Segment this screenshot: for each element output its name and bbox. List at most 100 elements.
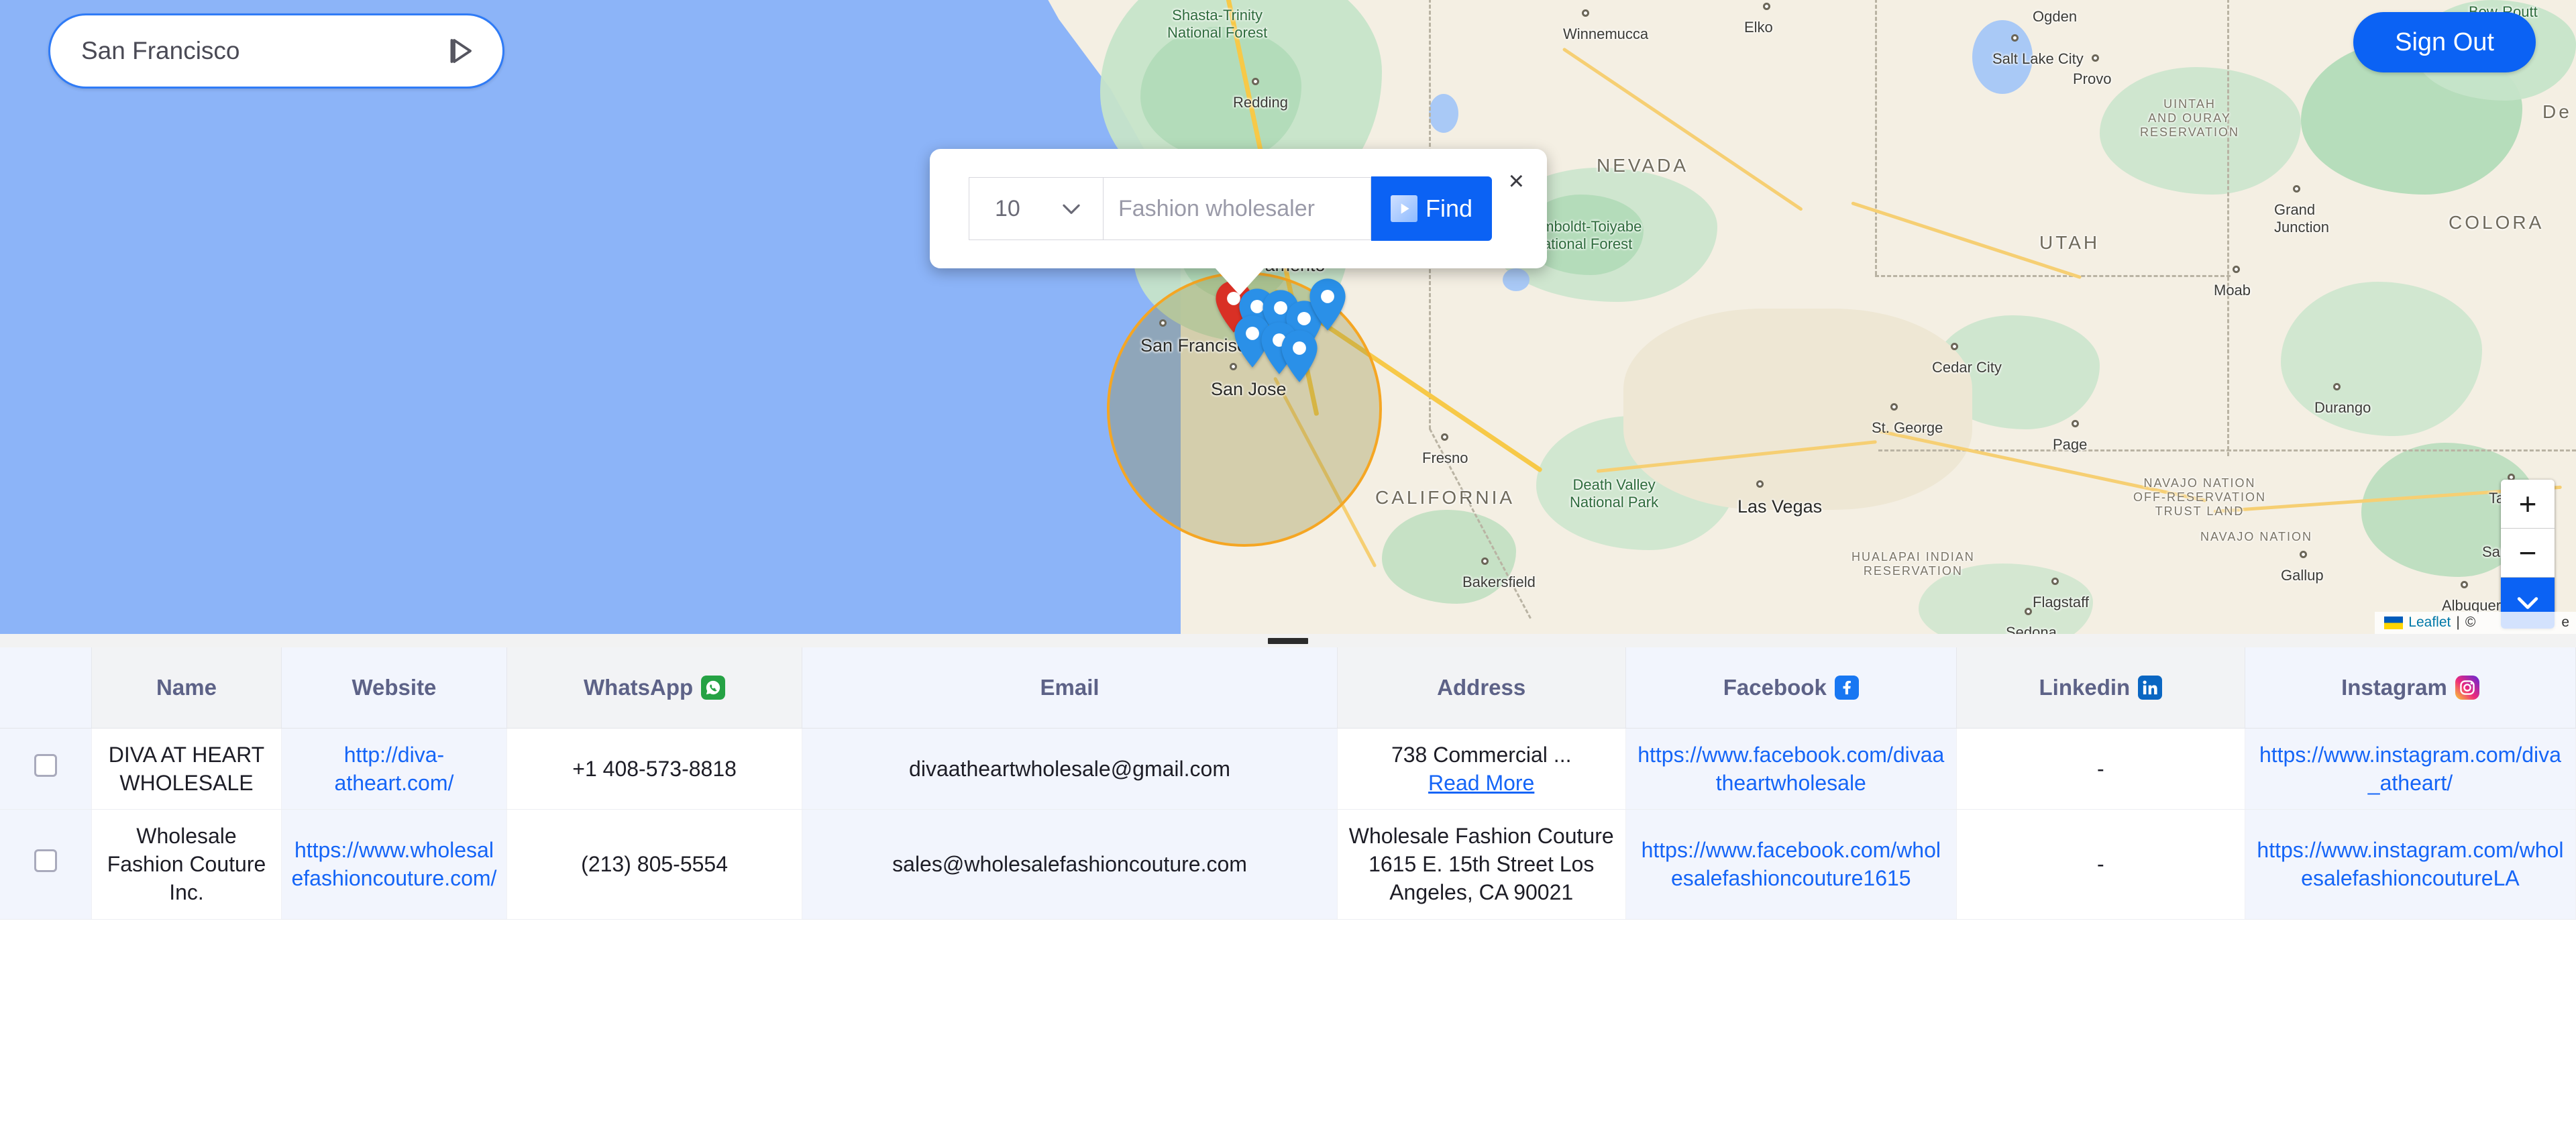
- cell-website[interactable]: http://diva-atheart.com/: [281, 728, 507, 810]
- cell-whatsapp: (213) 805-5554: [506, 809, 803, 920]
- map-city-dot: [2300, 551, 2307, 558]
- column-header-label: Email: [1040, 674, 1099, 700]
- cell-email: sales@wholesalefashioncouture.com: [802, 809, 1338, 920]
- results-count-value: 10: [995, 195, 1020, 221]
- website-link[interactable]: https://www.wholesalefashioncouture.com/: [291, 838, 496, 890]
- map-city-dot: [1252, 78, 1259, 85]
- find-search-popup[interactable]: 10 Find ×: [930, 149, 1547, 295]
- column-header-label: Address: [1437, 674, 1526, 700]
- map-state-border: [1875, 0, 1877, 275]
- map-lake: [1429, 94, 1458, 133]
- column-header-label: Instagram: [2341, 674, 2447, 700]
- column-header-label: Name: [156, 674, 217, 700]
- map-city-dot: [1441, 433, 1448, 441]
- column-header-name[interactable]: Name: [91, 647, 282, 729]
- cell-name: DIVA AT HEART WHOLESALE: [91, 728, 282, 810]
- table-row[interactable]: Wholesale Fashion Couture Inc. https://ww…: [0, 809, 2576, 920]
- copyright-icon: ©: [2465, 614, 2476, 630]
- zoom-out-button[interactable]: −: [2501, 529, 2555, 578]
- city-search-box[interactable]: [48, 13, 504, 89]
- table-row[interactable]: DIVA AT HEART WHOLESALE http://diva-athea…: [0, 728, 2576, 810]
- map-city-dot: [2461, 581, 2468, 588]
- cell-facebook[interactable]: https://www.facebook.com/wholesalefashio…: [1625, 809, 1957, 920]
- cell-facebook[interactable]: https://www.facebook.com/divaatheartwhol…: [1625, 728, 1957, 810]
- instagram-link[interactable]: https://www.instagram.com/diva_atheart/: [2259, 743, 2561, 795]
- zoom-in-button[interactable]: +: [2501, 480, 2555, 529]
- map-city-dot: [1159, 319, 1167, 327]
- cell-instagram[interactable]: https://www.instagram.com/diva_atheart/: [2245, 728, 2576, 810]
- map-city-dot: [1763, 3, 1770, 10]
- address-text: 738 Commercial ...: [1391, 742, 1572, 767]
- map-city-dot: [2072, 420, 2079, 427]
- results-table: Name Website WhatsApp Email Address Facebook L…: [0, 647, 2576, 920]
- column-header-instagram[interactable]: Instagram: [2245, 647, 2576, 729]
- map-lake: [1503, 268, 1529, 291]
- cell-address: 738 Commercial ... Read More: [1337, 728, 1626, 810]
- column-header-label: WhatsApp: [584, 674, 694, 700]
- cell-website[interactable]: https://www.wholesalefashioncouture.com/: [281, 809, 507, 920]
- results-table-body: DIVA AT HEART WHOLESALE http://diva-athea…: [0, 728, 2576, 920]
- column-header-whatsapp[interactable]: WhatsApp: [506, 647, 803, 729]
- send-triangle-icon[interactable]: [442, 32, 480, 70]
- cell-name: Wholesale Fashion Couture Inc.: [91, 809, 282, 920]
- map-zoom-controls[interactable]: + −: [2501, 480, 2555, 629]
- cell-linkedin: -: [1956, 809, 2245, 920]
- column-header-email[interactable]: Email: [802, 647, 1338, 729]
- attribution-suffix: e: [2561, 614, 2569, 630]
- cell-select[interactable]: [0, 809, 92, 920]
- cell-whatsapp: +1 408-573-8818: [506, 728, 803, 810]
- find-button[interactable]: Find: [1371, 176, 1492, 241]
- facebook-link[interactable]: https://www.facebook.com/wholesalefashio…: [1642, 838, 1941, 890]
- city-search-input[interactable]: [81, 37, 442, 65]
- map-terrain: [1382, 510, 1516, 604]
- map-state-border: [1875, 275, 2231, 277]
- map-city-dot: [2333, 383, 2341, 390]
- map-lake: [1972, 20, 2033, 94]
- map-attribution: Leaflet | © e: [2375, 612, 2576, 634]
- sign-out-button[interactable]: Sign Out: [2353, 12, 2536, 72]
- column-header-linkedin[interactable]: Linkedin: [1956, 647, 2245, 729]
- close-icon[interactable]: ×: [1509, 168, 1524, 195]
- keyword-input[interactable]: [1103, 177, 1371, 240]
- cell-instagram[interactable]: https://www.instagram.com/wholesalefashi…: [2245, 809, 2576, 920]
- column-header-facebook[interactable]: Facebook: [1625, 647, 1957, 729]
- resize-grip-icon: [1268, 637, 1308, 644]
- cell-select[interactable]: [0, 728, 92, 810]
- results-count-select[interactable]: 10: [969, 177, 1103, 240]
- panel-resize-handle[interactable]: [0, 634, 2576, 647]
- column-header-label: Facebook: [1723, 674, 1827, 700]
- results-panel[interactable]: Name Website WhatsApp Email Address Facebook L…: [0, 647, 2576, 1125]
- map-state-border: [2227, 449, 2576, 451]
- row-select-checkbox[interactable]: [34, 849, 57, 873]
- map-terrain: [1623, 309, 1972, 510]
- map-state-border: [1878, 449, 2231, 451]
- map-city-dot: [2092, 54, 2099, 62]
- attribution-separator: |: [2456, 614, 2460, 630]
- address-text: Wholesale Fashion Couture 1615 E. 15th S…: [1348, 823, 1614, 905]
- map-city-dot: [1756, 480, 1764, 488]
- column-header-address[interactable]: Address: [1337, 647, 1626, 729]
- results-table-head: Name Website WhatsApp Email Address Facebook L…: [0, 647, 2576, 729]
- map-city-dot: [2025, 608, 2032, 615]
- column-header-select[interactable]: [0, 647, 92, 729]
- chevron-down-icon: [1063, 204, 1080, 214]
- row-select-checkbox[interactable]: [34, 753, 57, 777]
- map-pin-marker[interactable]: [1280, 330, 1319, 382]
- map-pin-marker[interactable]: [1308, 278, 1347, 331]
- facebook-icon: [1834, 675, 1859, 700]
- column-header-website[interactable]: Website: [281, 647, 507, 729]
- linkedin-icon: [2138, 675, 2163, 700]
- ukraine-flag-icon: [2384, 616, 2404, 629]
- map-city-dot: [2233, 266, 2240, 273]
- map-city-dot: [2011, 34, 2019, 42]
- leaflet-link[interactable]: Leaflet: [2408, 614, 2451, 631]
- cell-linkedin: -: [1956, 728, 2245, 810]
- map-terrain: [1140, 27, 1301, 161]
- table-header-row: Name Website WhatsApp Email Address Facebook L…: [0, 647, 2576, 729]
- cell-email: divaatheartwholesale@gmail.com: [802, 728, 1338, 810]
- website-link[interactable]: http://diva-atheart.com/: [335, 743, 454, 795]
- read-more-link[interactable]: Read More: [1428, 769, 1534, 797]
- map-canvas[interactable]: Shasta-Trinity National Forest Redding Win…: [0, 0, 2576, 634]
- facebook-link[interactable]: https://www.facebook.com/divaatheartwhol…: [1638, 743, 1944, 795]
- instagram-link[interactable]: https://www.instagram.com/wholesalefashi…: [2257, 838, 2563, 890]
